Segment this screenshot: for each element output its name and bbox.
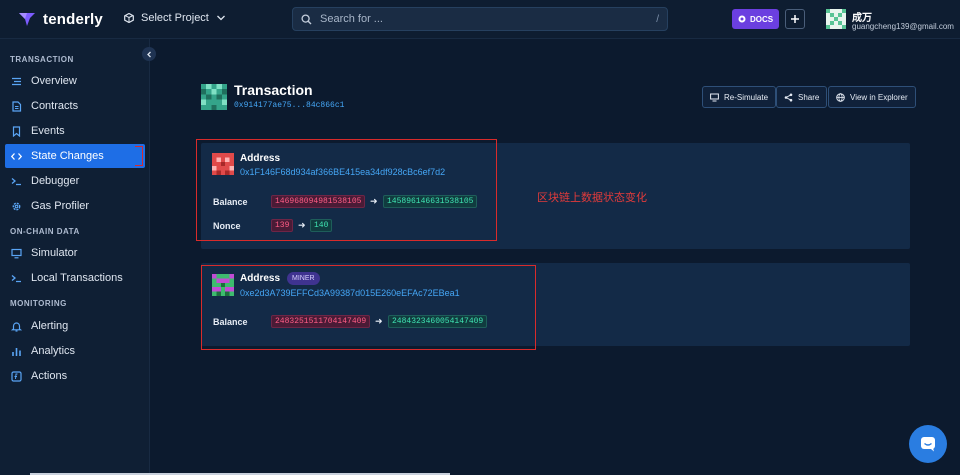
- monitor-icon: [11, 248, 22, 258]
- new-nonce-value: 140: [310, 219, 333, 232]
- search-bar[interactable]: /: [292, 7, 668, 31]
- sidebar-item-overview[interactable]: Overview: [5, 69, 145, 93]
- address-value[interactable]: 0x1F146F68d934af366BE415ea34df928cBc6ef7…: [240, 167, 445, 177]
- sidebar-item-label: Debugger: [31, 175, 80, 187]
- bar-chart-icon: [12, 347, 21, 356]
- address-label: Address: [240, 153, 281, 164]
- docs-icon: [738, 15, 746, 23]
- globe-icon: [836, 92, 845, 102]
- chevron-left-icon: [146, 51, 151, 57]
- sidebar-item-events[interactable]: Events: [5, 119, 145, 143]
- address-value[interactable]: 0xe2d3A739EFFCd3A99387d015E260eEFAc72EBe…: [240, 288, 460, 298]
- docs-button[interactable]: DOCS: [732, 9, 779, 29]
- miner-badge: MINER: [287, 272, 320, 285]
- terminal-icon: [11, 274, 21, 282]
- gear-icon: [12, 202, 21, 210]
- search-input[interactable]: [320, 13, 649, 25]
- section-title-transaction: TRANSACTION: [10, 55, 74, 64]
- nonce-label: Nonce: [213, 221, 241, 231]
- annotation-marker: [135, 146, 143, 166]
- sidebar-item-label: Contracts: [31, 100, 79, 112]
- sidebar-item-analytics[interactable]: Analytics: [5, 339, 145, 363]
- sidebar-item-label: Overview: [31, 75, 77, 87]
- view-in-explorer-button[interactable]: View in Explorer: [828, 86, 916, 108]
- share-icon: [784, 93, 793, 101]
- sidebar-item-local-transactions[interactable]: Local Transactions: [5, 266, 145, 290]
- sidebar-item-alerting[interactable]: Alerting: [5, 314, 145, 338]
- cube-icon: [124, 13, 134, 23]
- re-simulate-button[interactable]: Re-Simulate: [702, 86, 777, 108]
- section-title-on-chain-data: ON-CHAIN DATA: [10, 227, 80, 236]
- sidebar-collapse-button[interactable]: [142, 47, 156, 61]
- balance-label: Balance: [213, 197, 248, 207]
- docs-label: DOCS: [749, 14, 774, 24]
- sidebar-item-label: Simulator: [31, 247, 78, 259]
- sidebar-item-label: State Changes: [31, 150, 104, 162]
- tenderly-logo[interactable]: tenderly: [18, 10, 103, 28]
- sidebar-item-gas-profiler[interactable]: Gas Profiler: [5, 194, 145, 218]
- chevron-down-icon: [216, 15, 225, 21]
- plus-icon: [791, 15, 799, 23]
- share-button[interactable]: Share: [776, 86, 828, 108]
- user-email: guangcheng139@gmail.com: [852, 22, 954, 31]
- page-title: Transaction: [234, 82, 313, 98]
- bookmark-icon: [12, 125, 21, 137]
- balance-label: Balance: [213, 317, 248, 327]
- project-selector[interactable]: Select Project: [124, 12, 226, 24]
- arrow-right-icon: ➜: [375, 316, 383, 326]
- sidebar-item-contracts[interactable]: Contracts: [5, 94, 145, 118]
- tenderly-logo-icon: [19, 13, 35, 26]
- brand-name: tenderly: [43, 10, 103, 28]
- support-chat-button[interactable]: [909, 425, 947, 463]
- transaction-identicon: [201, 84, 227, 110]
- monitor-icon: [710, 93, 719, 101]
- re-simulate-label: Re-Simulate: [724, 92, 769, 102]
- sidebar-item-label: Alerting: [31, 320, 69, 332]
- arrow-right-icon: ➜: [298, 220, 306, 230]
- view-in-explorer-label: View in Explorer: [850, 92, 908, 102]
- sidebar-item-actions[interactable]: Actions: [5, 364, 145, 388]
- sidebar-item-label: Gas Profiler: [31, 200, 90, 212]
- search-shortcut-hint: /: [656, 13, 659, 25]
- annotation-text: 区块链上数据状态变化: [537, 192, 647, 204]
- address-label: Address: [240, 273, 281, 284]
- file-icon: [12, 100, 22, 112]
- sidebar-item-label: Actions: [31, 370, 68, 382]
- user-avatar[interactable]: [826, 9, 846, 29]
- old-balance-value: 2483251511704147409: [271, 315, 371, 328]
- sidebar-item-debugger[interactable]: Debugger: [5, 169, 145, 193]
- sidebar-item-label: Local Transactions: [31, 272, 123, 284]
- section-title-monitoring: MONITORING: [10, 299, 67, 308]
- sidebar-item-state-changes[interactable]: State Changes: [5, 144, 145, 168]
- new-balance-value: 145896146631538105: [383, 195, 478, 208]
- address-identicon: [212, 274, 234, 296]
- top-bar: tenderly Select Project / DOCS 成万 guangc…: [0, 0, 960, 39]
- function-icon: [11, 370, 22, 382]
- code-icon: [11, 152, 22, 160]
- sidebar-item-simulator[interactable]: Simulator: [5, 241, 145, 265]
- add-button[interactable]: [785, 9, 805, 29]
- old-balance-value: 146968094981538105: [271, 195, 366, 208]
- project-label: Select Project: [141, 12, 209, 24]
- search-icon: [301, 13, 312, 24]
- old-nonce-value: 139: [271, 219, 294, 232]
- sidebar-item-label: Events: [31, 125, 65, 137]
- address-identicon: [212, 153, 234, 175]
- transaction-hash[interactable]: 0x914177ae75...84c866c1: [234, 101, 344, 110]
- list-icon: [12, 77, 21, 85]
- arrow-right-icon: ➜: [370, 196, 378, 206]
- bell-icon: [11, 321, 22, 332]
- share-label: Share: [798, 92, 820, 102]
- terminal-icon: [11, 177, 21, 185]
- chat-icon: [921, 437, 935, 452]
- sidebar-item-label: Analytics: [31, 345, 76, 357]
- new-balance-value: 2484323460054147409: [388, 315, 488, 328]
